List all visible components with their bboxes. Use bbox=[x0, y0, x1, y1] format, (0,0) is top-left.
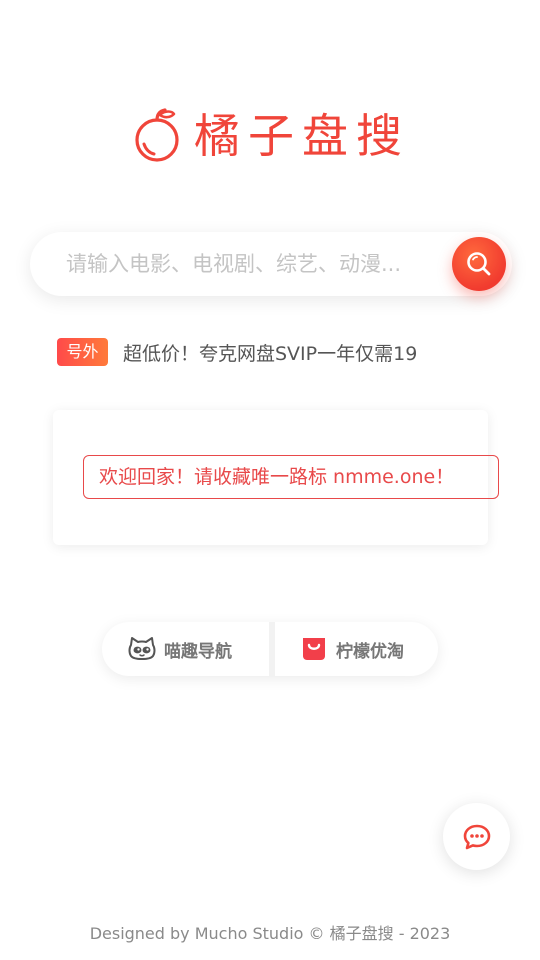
brand-logo[interactable]: 橘子盘搜 bbox=[134, 104, 410, 168]
cat-face-icon bbox=[128, 637, 156, 660]
miaoqu-nav-button[interactable]: 喵趣导航 bbox=[128, 622, 232, 676]
search-button[interactable] bbox=[452, 237, 506, 291]
ningmeng-shop-label: 柠檬优淘 bbox=[336, 641, 404, 662]
orange-fruit-icon bbox=[135, 108, 179, 162]
chat-bubble-icon bbox=[463, 824, 490, 849]
brand-name: 橘子盘搜 bbox=[194, 109, 410, 163]
search-bar bbox=[30, 232, 512, 296]
notice-message: 欢迎回家！请收藏唯一路标 nmme.one！ bbox=[83, 455, 499, 499]
link-button-group: 喵趣导航 柠檬优淘 bbox=[102, 622, 438, 676]
footer-credit: Designed by Mucho Studio © 橘子盘搜 - 2023 bbox=[89, 924, 451, 943]
button-divider bbox=[269, 622, 275, 676]
ningmeng-shop-button[interactable]: 柠檬优淘 bbox=[300, 622, 404, 676]
chat-button[interactable] bbox=[443, 803, 510, 870]
search-input[interactable] bbox=[66, 244, 442, 284]
shopping-bag-icon bbox=[303, 638, 325, 660]
page: 橘子盘搜 号外 超低价！夸克网盘SVIP一年仅需19 欢迎回家！请收藏唯一路标 … bbox=[0, 0, 540, 960]
miaoqu-nav-label: 喵趣导航 bbox=[164, 641, 232, 662]
promo-link[interactable]: 号外 超低价！夸克网盘SVIP一年仅需19 bbox=[57, 337, 417, 367]
promo-badge: 号外 bbox=[57, 338, 108, 366]
search-icon bbox=[467, 252, 491, 276]
promo-text: 超低价！夸克网盘SVIP一年仅需19 bbox=[123, 342, 418, 365]
